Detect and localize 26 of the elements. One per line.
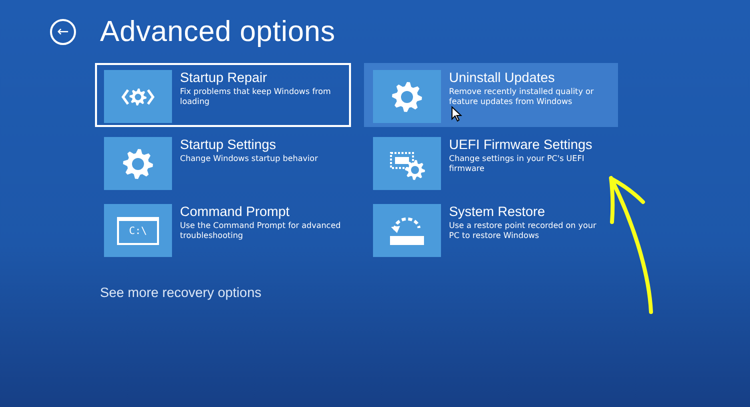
option-title: Startup Repair	[180, 70, 268, 86]
option-title: UEFI Firmware Settings	[449, 137, 594, 153]
option-description: Change settings in your PC's UEFI firmware	[449, 154, 586, 174]
back-button[interactable]: ←	[50, 19, 76, 45]
gear-icon	[391, 80, 423, 112]
option-title: System Restore	[449, 204, 546, 220]
option-tile[interactable]: Uninstall Updates Remove recently installed quality or feature updates from Windows	[364, 63, 618, 127]
option-title: Command Prompt	[180, 204, 291, 220]
option-description: Fix problems that keep Windows from loading	[180, 87, 332, 107]
option-description: Use the Command Prompt for advanced troubleshooting	[180, 221, 342, 241]
option-title: Uninstall Updates	[449, 70, 556, 86]
option-tile[interactable]: Startup Repair Fix problems that keep Windows from loading	[95, 63, 351, 127]
option-tile[interactable]: System Restore Use a restore point recorded on your PC to restore Windows	[364, 197, 618, 261]
option-title: Startup Settings	[180, 137, 278, 153]
repair-icon	[121, 86, 155, 106]
option-tile[interactable]: Startup Settings Change Windows startup behavior	[95, 130, 351, 194]
gear-icon	[122, 148, 154, 180]
command-prompt-icon: C:\	[117, 216, 159, 244]
page-title: Advanced options	[100, 16, 336, 48]
option-tile[interactable]: UEFI Firmware Settings Change settings in your PC's UEFI firmware	[364, 130, 618, 194]
option-description: Remove recently installed quality or feature updates from Windows	[449, 87, 595, 107]
option-description: Use a restore point recorded on your PC to restore Windows	[449, 221, 598, 241]
more-options-link[interactable]: See more recovery options	[100, 285, 262, 300]
mouse-cursor-icon	[451, 106, 462, 122]
option-tile[interactable]: C:\ Command Prompt Use the Command Prompt for advanced troubleshooting	[95, 197, 351, 261]
option-description: Change Windows startup behavior	[180, 154, 318, 164]
